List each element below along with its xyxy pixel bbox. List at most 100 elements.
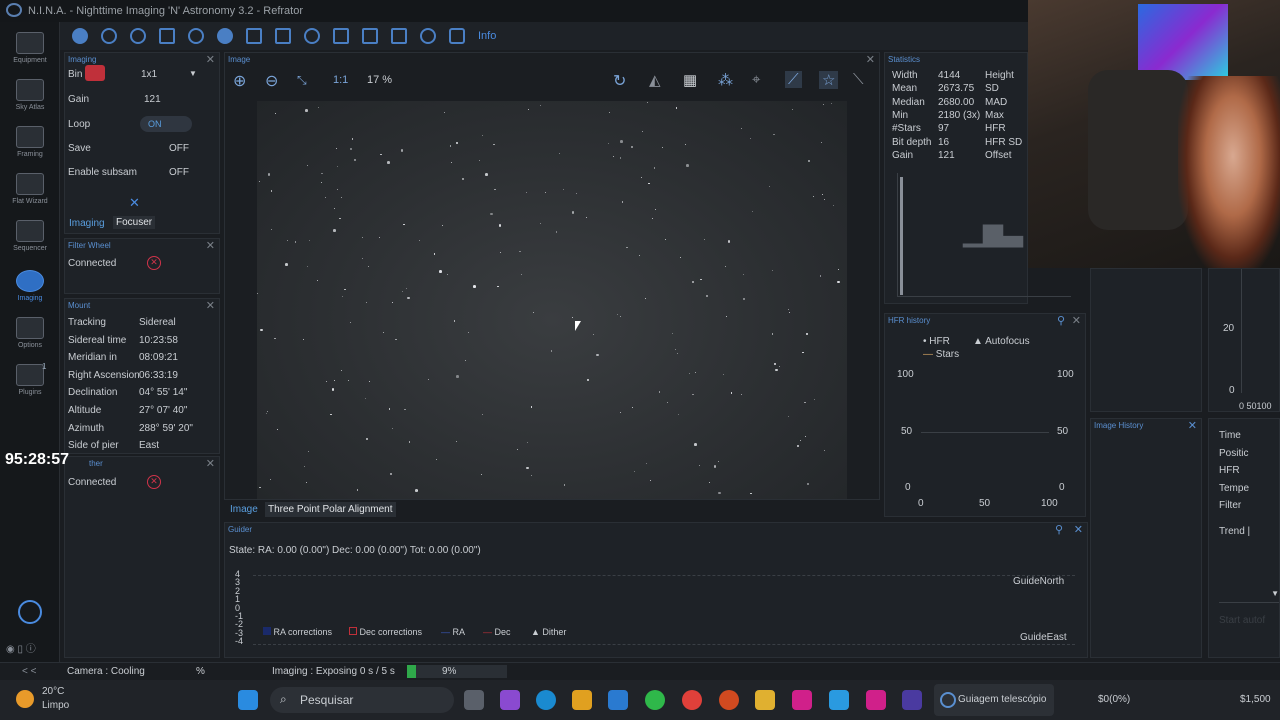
close-icon[interactable]: ✕ — [866, 53, 875, 66]
chrome-icon[interactable] — [682, 690, 702, 710]
star — [792, 108, 794, 110]
grid-icon[interactable]: ▦ — [683, 71, 697, 89]
zoom-out-icon[interactable]: ⊖ — [265, 71, 278, 91]
toggle-safety-icon[interactable] — [449, 28, 465, 44]
gain-input[interactable]: 121 — [144, 94, 161, 105]
star — [653, 167, 656, 169]
nav-plugins[interactable]: Plugins — [6, 364, 54, 396]
info-button[interactable]: Info — [478, 30, 496, 42]
star — [379, 237, 381, 239]
opera-icon[interactable] — [719, 690, 739, 710]
nav-framing[interactable]: Framing — [6, 126, 54, 158]
record-icon — [85, 65, 105, 81]
tab-three-point-polar-alignment[interactable]: Three Point Polar Alignment — [265, 502, 396, 517]
nav-label: Sequencer — [13, 245, 47, 252]
toggle-mount-icon[interactable] — [217, 28, 233, 44]
chevron-down-icon[interactable]: ▼ — [1219, 589, 1279, 603]
star — [366, 438, 368, 440]
balance-1: $0(0%) — [1098, 694, 1131, 705]
app-pink-icon[interactable] — [792, 690, 812, 710]
toggle-switch-icon[interactable] — [275, 28, 291, 44]
fit-icon[interactable]: ⤡ — [297, 73, 307, 88]
start-autofocus-button[interactable]: Start autof — [1219, 615, 1265, 626]
zoom-in-icon[interactable]: ⊕ — [233, 71, 246, 91]
annotate-icon[interactable]: ⟍ — [853, 71, 864, 88]
edge-icon[interactable] — [536, 690, 556, 710]
one-to-one-button[interactable]: 1:1 — [333, 74, 348, 86]
image-panel: Image ✕ ⊕ ⊖ ⤡ 1:1 17 % ↻ ◭ ▦ ⁂ ⌖ ⟋ ☆ ⟍ I… — [224, 52, 880, 517]
tab-focuser[interactable]: Focuser — [113, 216, 156, 229]
close-icon[interactable]: ✕ — [1188, 419, 1197, 432]
webcam-overlay — [1028, 0, 1280, 268]
app-blue-icon[interactable] — [829, 690, 849, 710]
app-icon[interactable] — [608, 690, 628, 710]
loop-toggle[interactable]: ON — [140, 116, 192, 132]
nav-flat-wizard[interactable]: Flat Wizard — [6, 173, 54, 205]
nav-sky-atlas[interactable]: Sky Atlas — [6, 79, 54, 111]
close-icon[interactable]: ✕ — [206, 457, 215, 470]
bin-select[interactable]: 1x1 — [141, 69, 157, 80]
atlas-icon — [16, 79, 44, 101]
nav-imaging[interactable]: Imaging — [6, 270, 54, 302]
toggle-hfr-icon[interactable] — [391, 28, 407, 44]
star — [456, 142, 458, 144]
close-icon[interactable]: ✕ — [206, 239, 215, 252]
crosshair-icon[interactable]: ⌖ — [752, 71, 760, 88]
nav-equipment[interactable]: Equipment — [6, 32, 54, 64]
store-icon[interactable] — [572, 690, 592, 710]
star — [688, 373, 690, 375]
stretch-icon[interactable]: ⟋ — [785, 71, 802, 88]
tab-imaging[interactable]: Imaging — [69, 218, 105, 229]
stat-k2: HFR SD — [985, 136, 1023, 148]
subsample-toggle[interactable]: OFF — [169, 167, 189, 178]
toggle-sequence-icon[interactable] — [246, 28, 262, 44]
close-icon[interactable]: ✕ — [206, 53, 215, 66]
toggle-camera-icon[interactable] — [72, 28, 88, 44]
close-icon[interactable]: ✕ — [1072, 314, 1081, 327]
star — [330, 413, 332, 415]
pin-icon[interactable]: ⚲ — [1055, 523, 1063, 536]
nina-taskbar-icon[interactable] — [902, 690, 922, 710]
collapse-button[interactable]: < < — [22, 663, 36, 680]
rotate-icon[interactable]: ↻ — [613, 71, 626, 91]
windows-start-icon[interactable] — [238, 690, 258, 710]
toggle-dome-icon[interactable] — [333, 28, 349, 44]
save-toggle[interactable]: OFF — [169, 143, 189, 154]
toggle-filter-icon[interactable] — [130, 28, 146, 44]
close-icon[interactable]: ✕ — [129, 195, 140, 211]
detect-stars-icon[interactable]: ☆ — [819, 71, 839, 89]
taskbar-search[interactable]: ⌕ Pesquisar — [270, 687, 454, 713]
power-icon[interactable] — [18, 600, 42, 624]
close-icon[interactable]: ✕ — [1074, 523, 1083, 536]
tab-image[interactable]: Image — [230, 504, 258, 515]
whatsapp-icon[interactable] — [645, 690, 665, 710]
toggle-aperture-icon[interactable] — [101, 28, 117, 44]
close-icon[interactable]: ✕ — [206, 299, 215, 312]
copilot-icon[interactable] — [500, 690, 520, 710]
star — [674, 349, 676, 351]
chevron-down-icon[interactable]: ▼ — [189, 69, 197, 78]
panel-title: ther — [89, 459, 103, 468]
nav-sequencer[interactable]: Sequencer — [6, 220, 54, 252]
star — [276, 429, 278, 431]
task-view-icon[interactable] — [464, 690, 484, 710]
toggle-rotator-icon[interactable] — [188, 28, 204, 44]
toggle-weather-icon[interactable] — [304, 28, 320, 44]
pin-icon[interactable]: ⚲ — [1057, 314, 1065, 327]
star — [646, 102, 648, 104]
star — [335, 148, 337, 150]
nav-options[interactable]: Options — [6, 317, 54, 349]
toggle-focuser-icon[interactable] — [159, 28, 175, 44]
file-explorer-icon[interactable] — [755, 690, 775, 710]
mirror-icon[interactable]: ◭ — [649, 71, 661, 89]
toggle-light-icon[interactable] — [420, 28, 436, 44]
legend-label: Dec — [494, 627, 511, 637]
stars-overlay-icon[interactable]: ⁂ — [718, 71, 733, 89]
active-app-button[interactable]: Guiagem telescópio — [934, 684, 1054, 716]
legend-ra-corrections: RA corrections — [263, 627, 332, 637]
star-field-image[interactable] — [257, 101, 847, 499]
temperature: 20°C — [42, 686, 65, 697]
connected-label: Connected — [68, 477, 117, 488]
app-pink2-icon[interactable] — [866, 690, 886, 710]
toggle-stats-icon[interactable] — [362, 28, 378, 44]
